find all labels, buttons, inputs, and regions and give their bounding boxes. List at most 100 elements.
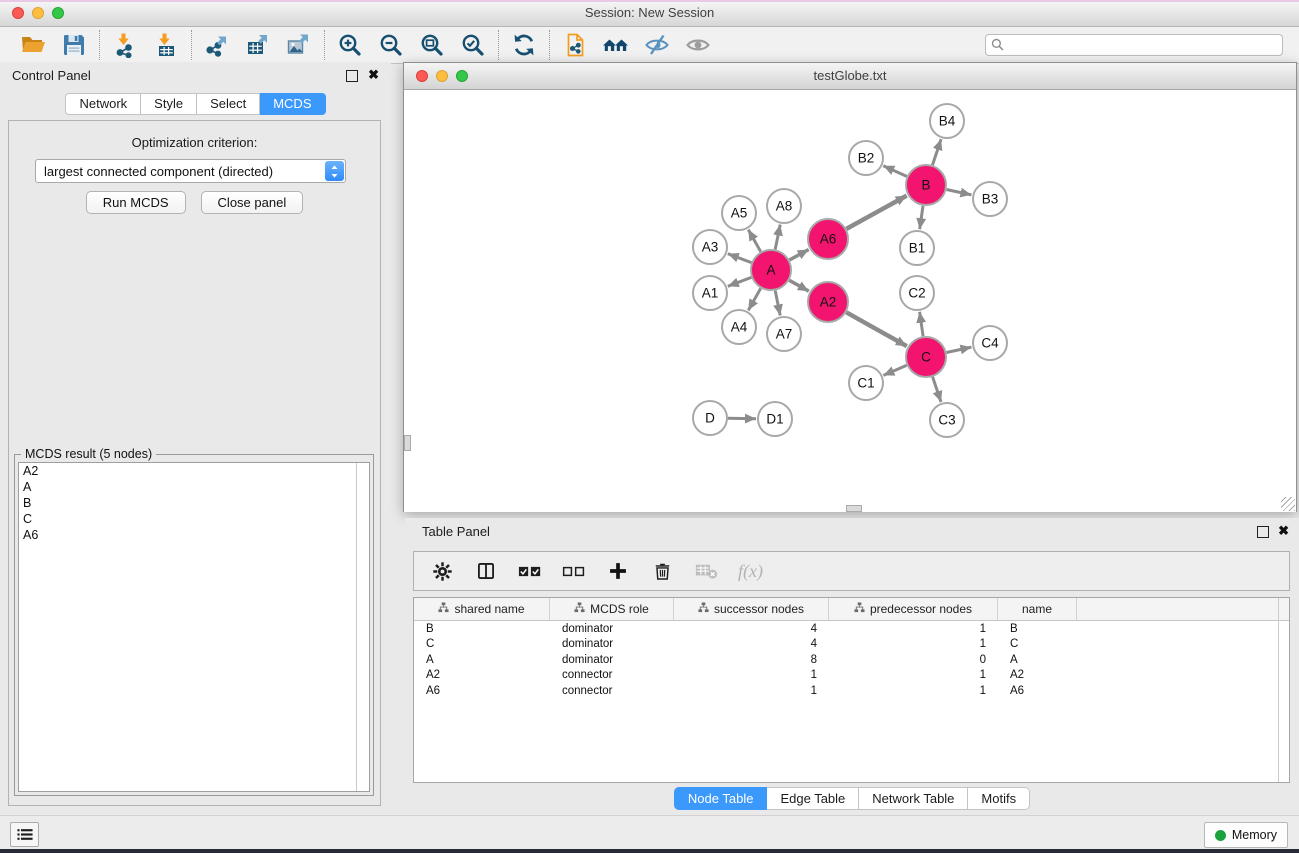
tab-select[interactable]: Select [197, 93, 260, 115]
mcds-result-item-c[interactable]: C [19, 511, 369, 527]
graph-node-C[interactable]: C [906, 337, 946, 377]
mcds-result-item-a6[interactable]: A6 [19, 527, 369, 543]
close-window-button[interactable] [12, 7, 24, 19]
maximize-window-button[interactable] [52, 7, 64, 19]
graph-edge-C-C4[interactable] [947, 347, 972, 352]
cell-predecessor-nodes[interactable]: 1 [829, 685, 998, 697]
import-network-icon[interactable] [111, 31, 139, 59]
delete-table-icon[interactable] [694, 559, 718, 583]
deselect-all-checkboxes-icon[interactable] [562, 559, 586, 583]
graph-node-A3[interactable]: A3 [693, 230, 727, 264]
zoom-out-icon[interactable] [377, 31, 405, 59]
tab-node-table[interactable]: Node Table [674, 787, 768, 810]
cell-predecessor-nodes[interactable]: 1 [829, 638, 998, 650]
graph-edge-A-A4[interactable] [748, 288, 760, 310]
open-session-icon[interactable] [19, 31, 47, 59]
graph-node-B1[interactable]: B1 [900, 231, 934, 265]
network-canvas[interactable]: B4B2BB3A8A5A6A3B1AA1C2A2A4A7C4CC1DD1C3 [404, 90, 1296, 512]
optimization-criterion-select[interactable]: largest connected component (directed) [35, 159, 346, 183]
delete-column-trash-icon[interactable] [650, 559, 674, 583]
cell-predecessor-nodes[interactable]: 1 [829, 669, 998, 681]
graph-edge-B-B3[interactable] [947, 190, 972, 195]
cell-name[interactable]: C [998, 638, 1077, 650]
graph-node-C2[interactable]: C2 [900, 276, 934, 310]
graph-edge-A-A1[interactable] [728, 277, 752, 286]
graph-node-A7[interactable]: A7 [767, 317, 801, 351]
add-column-plus-icon[interactable] [606, 559, 630, 583]
column-header-mcds-role[interactable]: MCDS role [550, 598, 674, 620]
memory-button[interactable]: Memory [1204, 822, 1288, 848]
cell-shared-name[interactable]: A2 [414, 669, 550, 681]
cell-successor-nodes[interactable]: 1 [674, 669, 829, 681]
new-network-from-selection-icon[interactable] [561, 31, 589, 59]
cell-successor-nodes[interactable]: 8 [674, 654, 829, 666]
cell-name[interactable]: A6 [998, 685, 1077, 697]
graph-edge-A-A6[interactable] [789, 250, 808, 261]
cell-mcds-role[interactable]: dominator [550, 638, 674, 650]
table-row-c[interactable]: Cdominator41C [414, 637, 1289, 653]
graph-node-B2[interactable]: B2 [849, 141, 883, 175]
tab-motifs[interactable]: Motifs [968, 787, 1030, 810]
tab-network[interactable]: Network [65, 93, 141, 115]
maximize-window-button[interactable] [456, 70, 468, 82]
cell-predecessor-nodes[interactable]: 0 [829, 654, 998, 666]
cell-name[interactable]: B [998, 623, 1077, 635]
save-session-icon[interactable] [60, 31, 88, 59]
node-table[interactable]: shared nameMCDS rolesuccessor nodesprede… [413, 597, 1290, 783]
graph-edge-C-C3[interactable] [933, 377, 941, 402]
graph-edge-B-B2[interactable] [883, 166, 907, 177]
graph-node-B[interactable]: B [906, 165, 946, 205]
graph-node-A6[interactable]: A6 [808, 219, 848, 259]
graph-node-A8[interactable]: A8 [767, 189, 801, 223]
graph-node-A1[interactable]: A1 [693, 276, 727, 310]
cell-mcds-role[interactable]: dominator [550, 654, 674, 666]
column-view-icon[interactable] [474, 559, 498, 583]
cell-shared-name[interactable]: A6 [414, 685, 550, 697]
vertical-scrollbar-thumb[interactable] [404, 435, 411, 451]
graph-node-A2[interactable]: A2 [808, 282, 848, 322]
cell-successor-nodes[interactable]: 4 [674, 623, 829, 635]
tab-style[interactable]: Style [141, 93, 197, 115]
graph-edge-A-A8[interactable] [775, 225, 780, 250]
export-table-icon[interactable] [244, 31, 272, 59]
column-header-name[interactable]: name [998, 598, 1077, 620]
graph-node-A4[interactable]: A4 [722, 310, 756, 344]
mcds-result-item-a[interactable]: A [19, 479, 369, 495]
select-all-checkboxes-icon[interactable] [518, 559, 542, 583]
graph-edge-A-A2[interactable] [789, 280, 809, 291]
refresh-icon[interactable] [510, 31, 538, 59]
run-mcds-button[interactable]: Run MCDS [86, 191, 186, 214]
graph-edge-B-B1[interactable] [920, 206, 923, 229]
graph-edge-A-A3[interactable] [728, 254, 752, 263]
graph-edge-C-C1[interactable] [883, 365, 906, 375]
cell-shared-name[interactable]: C [414, 638, 550, 650]
graph-node-D1[interactable]: D1 [758, 402, 792, 436]
minimize-window-button[interactable] [436, 70, 448, 82]
network-window-titlebar[interactable]: testGlobe.txt [404, 63, 1296, 90]
tab-edge-table[interactable]: Edge Table [767, 787, 859, 810]
hide-selected-eye-slash-icon[interactable] [643, 31, 671, 59]
graph-node-C1[interactable]: C1 [849, 366, 883, 400]
zoom-fit-icon[interactable] [418, 31, 446, 59]
show-panels-list-button[interactable] [10, 822, 39, 847]
horizontal-scrollbar-thumb[interactable] [846, 505, 862, 512]
mcds-result-item-a2[interactable]: A2 [19, 463, 369, 479]
graph-node-D[interactable]: D [693, 401, 727, 435]
close-panel-icon[interactable]: ✖ [1278, 523, 1289, 539]
graph-node-A5[interactable]: A5 [722, 196, 756, 230]
graph-edge-A2-C[interactable] [846, 312, 907, 346]
graph-node-A[interactable]: A [751, 250, 791, 290]
graph-node-B4[interactable]: B4 [930, 104, 964, 138]
cell-mcds-role[interactable]: connector [550, 669, 674, 681]
table-settings-gear-icon[interactable] [430, 559, 454, 583]
tab-network-table[interactable]: Network Table [859, 787, 968, 810]
tab-mcds[interactable]: MCDS [260, 93, 325, 115]
table-row-a6[interactable]: A6connector11A6 [414, 683, 1289, 699]
cell-successor-nodes[interactable]: 4 [674, 638, 829, 650]
column-header-shared-name[interactable]: shared name [414, 598, 550, 620]
cell-shared-name[interactable]: B [414, 623, 550, 635]
float-panel-icon[interactable] [346, 70, 358, 82]
mcds-result-item-b[interactable]: B [19, 495, 369, 511]
graph-edge-B-B4[interactable] [933, 139, 942, 165]
cell-successor-nodes[interactable]: 1 [674, 685, 829, 697]
